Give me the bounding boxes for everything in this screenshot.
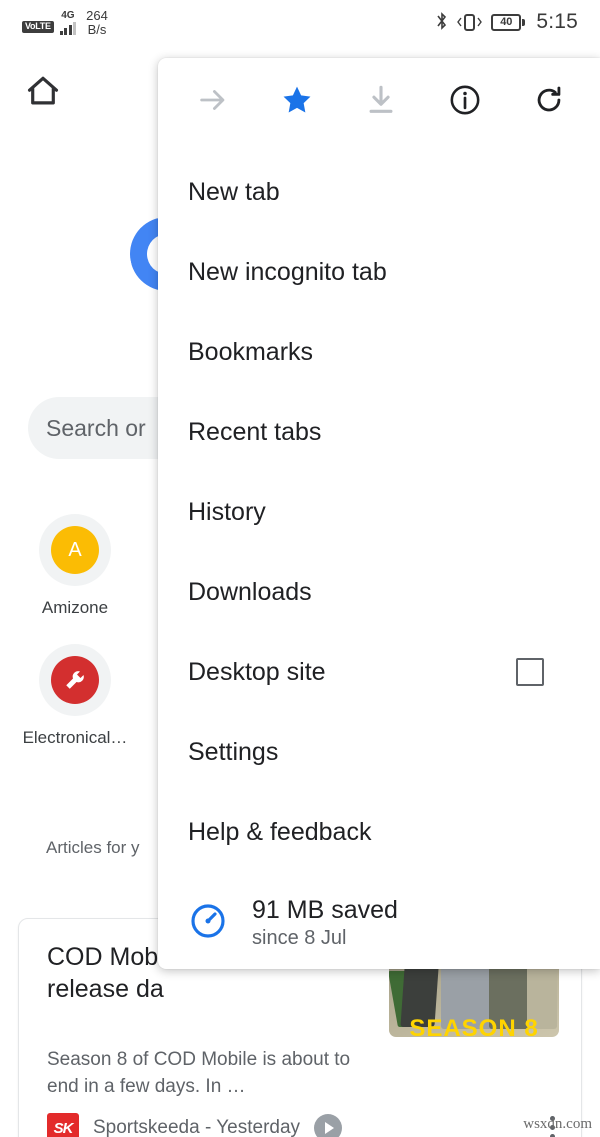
shortcut-tile-electronical[interactable]: Electronical… [0, 644, 150, 748]
amizone-initial: A [51, 526, 99, 574]
menu-quick-actions [158, 58, 600, 142]
article-source-row: SK Sportskeeda - Yesterday [47, 1113, 343, 1137]
article-snippet: Season 8 of COD Mobile is about to end i… [47, 1049, 351, 1097]
menu-item-downloads[interactable]: Downloads [158, 552, 600, 632]
battery-indicator: 40 [491, 13, 526, 31]
menu-item-label: Settings [188, 737, 279, 766]
menu-item-new-tab[interactable]: New tab [158, 152, 600, 232]
vibrate-icon [457, 13, 483, 31]
thumbnail-caption: SEASON 8 [409, 1015, 539, 1038]
signal-bars-icon [59, 22, 77, 36]
data-saver-text: 91 MB saved since 8 Jul [252, 896, 398, 950]
menu-item-desktop-site[interactable]: Desktop site [158, 632, 600, 712]
search-placeholder: Search or [46, 414, 146, 441]
amizone-icon: A [39, 514, 111, 586]
info-icon[interactable] [442, 77, 488, 123]
shortcut-tile-amizone[interactable]: A Amizone [0, 514, 150, 618]
article-title-line2: release da [47, 975, 164, 1003]
data-saver-since: since 8 Jul [252, 927, 347, 949]
menu-item-settings[interactable]: Settings [158, 712, 600, 792]
shortcut-label-electronical: Electronical… [22, 728, 128, 747]
articles-section-header: Articles for y [46, 838, 140, 857]
data-rate-unit: B/s [87, 21, 107, 37]
menu-item-label: Recent tabs [188, 417, 322, 446]
menu-item-label: Downloads [188, 577, 312, 606]
menu-item-label: Help & feedback [188, 817, 372, 846]
wrench-icon [39, 644, 111, 716]
data-rate-indicator: 264 B/s [86, 9, 108, 36]
data-saver-amount: 91 MB saved [252, 896, 398, 924]
clock-label: 5:15 [536, 10, 578, 33]
menu-item-label: Desktop site [188, 657, 326, 686]
menu-items: New tab New incognito tab Bookmarks Rece… [158, 142, 600, 969]
network-generation-label: 4G [61, 10, 75, 22]
watermark-label: wsxdn.com [523, 1116, 592, 1132]
menu-item-history[interactable]: History [158, 472, 600, 552]
star-icon[interactable] [274, 77, 320, 123]
menu-item-label: New incognito tab [188, 257, 387, 286]
menu-item-label: New tab [188, 177, 280, 206]
status-bar-right: 40 5:15 [436, 10, 578, 34]
menu-item-new-incognito-tab[interactable]: New incognito tab [158, 232, 600, 312]
play-icon[interactable] [314, 1114, 343, 1137]
bluetooth-icon [436, 11, 448, 34]
desktop-site-checkbox[interactable] [516, 658, 544, 686]
article-source-label: Sportskeeda - Yesterday [93, 1117, 301, 1137]
download-icon[interactable] [358, 77, 404, 123]
chrome-overflow-menu: New tab New incognito tab Bookmarks Rece… [158, 58, 600, 969]
home-icon[interactable] [24, 72, 62, 115]
sk-logo-icon: SK [47, 1113, 79, 1137]
menu-item-data-saver[interactable]: 91 MB saved since 8 Jul [158, 872, 600, 969]
menu-item-bookmarks[interactable]: Bookmarks [158, 312, 600, 392]
forward-arrow-icon[interactable] [190, 77, 236, 123]
menu-item-label: History [188, 497, 266, 526]
data-rate-value: 264 [86, 7, 108, 23]
menu-item-recent-tabs[interactable]: Recent tabs [158, 392, 600, 472]
data-saver-icon [188, 901, 228, 946]
signal-indicator: 4G [59, 10, 77, 36]
status-bar: VoLTE 4G 264 B/s 40 5:15 [0, 0, 600, 44]
menu-item-label: Bookmarks [188, 337, 314, 366]
shortcut-label-amizone: Amizone [41, 598, 109, 617]
volte-badge: VoLTE [22, 21, 54, 34]
battery-level-label: 40 [491, 13, 522, 31]
status-bar-left: VoLTE 4G 264 B/s [22, 9, 108, 36]
phone-screen: VoLTE 4G 264 B/s 40 5:15 Search or A Ami… [0, 0, 600, 1137]
reload-icon[interactable] [526, 77, 572, 123]
menu-item-help-feedback[interactable]: Help & feedback [158, 792, 600, 872]
